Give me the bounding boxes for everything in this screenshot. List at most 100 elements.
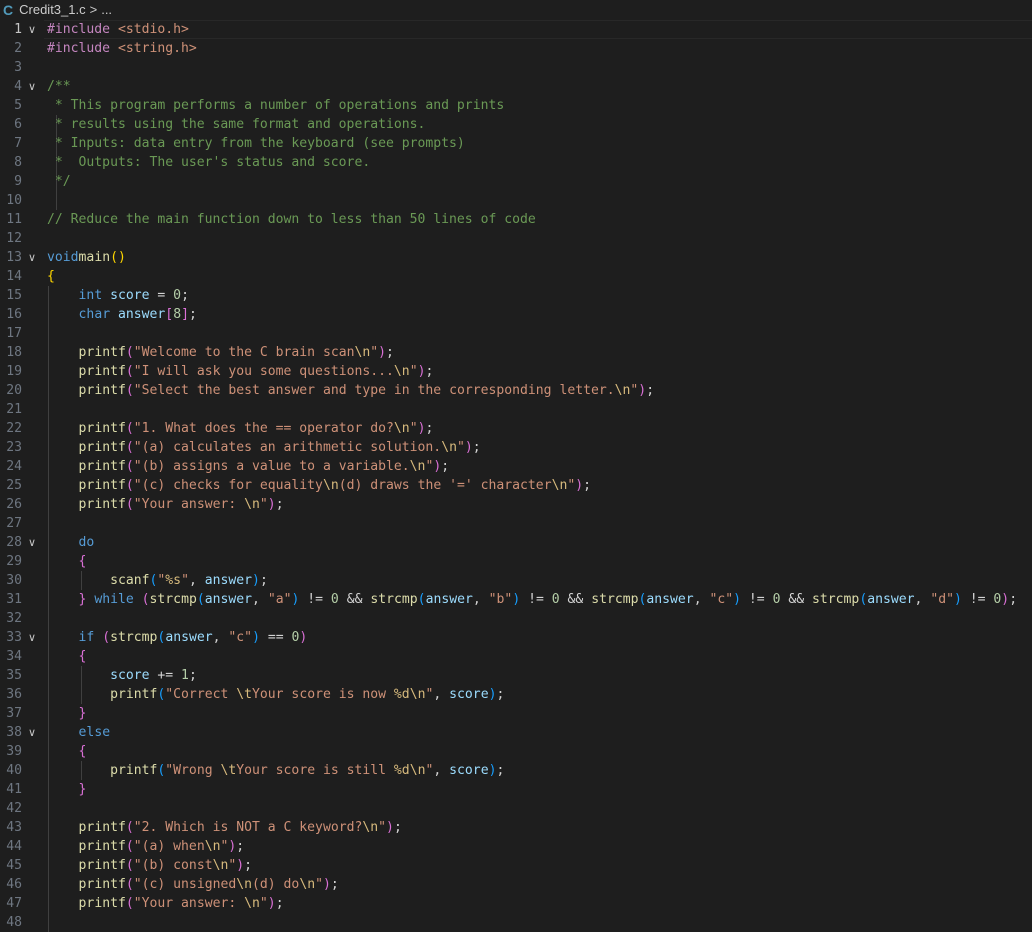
code-text: do [78,535,95,550]
code-line[interactable]: 1 ∨ #include <stdio.h> [0,20,1032,39]
code-line[interactable]: 8 * Outputs: The user's status and score… [0,153,1032,172]
code-line[interactable]: 26 printf("Your answer: \n"); [0,495,1032,514]
code-line[interactable]: 34 { [0,647,1032,666]
code-line[interactable]: 29 { [0,552,1032,571]
code-line[interactable]: 39 { [0,742,1032,761]
code-text: { [78,649,87,664]
code-text: printf("2. Which is NOT a C keyword?\n")… [78,820,402,835]
code-line[interactable]: 36 printf("Correct \tYour score is now %… [0,685,1032,704]
fold-chevron-icon[interactable]: ∨ [28,723,40,742]
code-text: { [47,269,55,284]
code-line[interactable]: 33 ∨ if (strcmp(answer, "c") == 0) [0,628,1032,647]
line-number: 43 [6,820,22,835]
code-line[interactable]: 11 // Reduce the main function down to le… [0,210,1032,229]
code-line[interactable]: 40 printf("Wrong \tYour score is still %… [0,761,1032,780]
line-number: 24 [6,459,22,474]
code-text: printf("(b) assigns a value to a variabl… [78,459,450,474]
line-number: 44 [6,839,22,854]
fold-chevron-icon[interactable]: ∨ [28,20,40,39]
code-line[interactable]: 15 int score = 0; [0,286,1032,305]
code-line[interactable]: 43 printf("2. Which is NOT a C keyword?\… [0,818,1032,837]
line-number: 1 [14,22,22,37]
code-line[interactable]: 19 printf("I will ask you some questions… [0,362,1032,381]
code-line[interactable]: 46 printf("(c) unsigned\n(d) do\n"); [0,875,1032,894]
code-line[interactable]: 31 } while (strcmp(answer, "a") != 0 && … [0,590,1032,609]
code-line[interactable]: 35 score += 1; [0,666,1032,685]
code-line[interactable]: 42 [0,799,1032,818]
code-text: } [78,782,87,797]
line-number: 41 [6,782,22,797]
code-line[interactable]: 7 * Inputs: data entry from the keyboard… [0,134,1032,153]
code-text: printf("Wrong \tYour score is still %d\n… [110,763,505,778]
fold-chevron-icon[interactable]: ∨ [28,533,40,552]
code-line[interactable]: 13 ∨ voidmain() [0,248,1032,267]
code-line[interactable]: 24 printf("(b) assigns a value to a vari… [0,457,1032,476]
code-line[interactable]: 25 printf("(c) checks for equality\n(d) … [0,476,1032,495]
code-text: // Reduce the main function down to less… [47,212,536,227]
line-number: 7 [14,136,22,151]
line-number: 6 [14,117,22,132]
code-text: printf("Correct \tYour score is now %d\n… [110,687,505,702]
code-text: * Outputs: The user's status and score. [47,155,371,170]
fold-chevron-icon[interactable]: ∨ [28,628,40,647]
line-number: 45 [6,858,22,873]
line-number: 33 [6,630,22,645]
code-text: printf("(b) const\n"); [78,858,253,873]
breadcrumb-file[interactable]: Credit3_1.c [19,2,85,17]
code-line[interactable]: 23 printf("(a) calculates an arithmetic … [0,438,1032,457]
code-text: printf("Select the best answer and type … [78,383,655,398]
code-text: #include <stdio.h> [47,22,189,37]
line-number: 14 [6,269,22,284]
line-number: 8 [14,155,22,170]
code-text: } while (strcmp(answer, "a") != 0 && str… [78,592,1018,607]
code-line[interactable]: 21 [0,400,1032,419]
code-text: #include <string.h> [47,41,197,56]
code-line[interactable]: 45 printf("(b) const\n"); [0,856,1032,875]
code-line[interactable]: 41 } [0,780,1032,799]
line-number: 19 [6,364,22,379]
breadcrumb-symbol[interactable]: ... [101,2,112,17]
code-text: printf("I will ask you some questions...… [78,364,434,379]
breadcrumb: C Credit3_1.c > ... [0,0,1032,19]
line-number: 39 [6,744,22,759]
code-line[interactable]: 27 [0,514,1032,533]
code-line[interactable]: 4 ∨ /** [0,77,1032,96]
code-line[interactable]: 3 [0,58,1032,77]
line-number: 40 [6,763,22,778]
line-number: 4 [14,79,22,94]
code-line[interactable]: 12 [0,229,1032,248]
code-text: { [78,744,87,759]
code-line[interactable]: 14 { [0,267,1032,286]
code-line[interactable]: 47 printf("Your answer: \n"); [0,894,1032,913]
c-language-icon: C [3,1,14,18]
fold-chevron-icon[interactable]: ∨ [28,77,40,96]
code-line[interactable]: 2 #include <string.h> [0,39,1032,58]
line-number: 21 [6,402,22,417]
code-line[interactable]: 37 } [0,704,1032,723]
code-line[interactable]: 6 * results using the same format and op… [0,115,1032,134]
code-line[interactable]: 30 scanf("%s", answer); [0,571,1032,590]
code-line[interactable]: 16 char answer[8]; [0,305,1032,324]
fold-chevron-icon[interactable]: ∨ [28,248,40,267]
code-line[interactable]: 20 printf("Select the best answer and ty… [0,381,1032,400]
code-line[interactable]: 5 * This program performs a number of op… [0,96,1032,115]
line-number: 22 [6,421,22,436]
code-line[interactable]: 9 */ [0,172,1032,191]
line-number: 23 [6,440,22,455]
code-text: char answer[8]; [78,307,197,322]
code-line[interactable]: 17 [0,324,1032,343]
line-number: 35 [6,668,22,683]
code-line[interactable]: 32 [0,609,1032,628]
line-number: 25 [6,478,22,493]
code-line[interactable]: 22 printf("1. What does the == operator … [0,419,1032,438]
code-line[interactable]: 10 [0,191,1032,210]
code-text: printf("(a) calculates an arithmetic sol… [78,440,481,455]
code-line[interactable]: 28 ∨ do [0,533,1032,552]
code-text: { [78,554,87,569]
line-number: 48 [6,915,22,930]
code-line[interactable]: 48 [0,913,1032,932]
code-line[interactable]: 18 printf("Welcome to the C brain scan\n… [0,343,1032,362]
code-line[interactable]: 44 printf("(a) when\n"); [0,837,1032,856]
code-line[interactable]: 38 ∨ else [0,723,1032,742]
code-editor[interactable]: 1 ∨ #include <stdio.h> 2 #include <string.h>… [0,20,1032,932]
